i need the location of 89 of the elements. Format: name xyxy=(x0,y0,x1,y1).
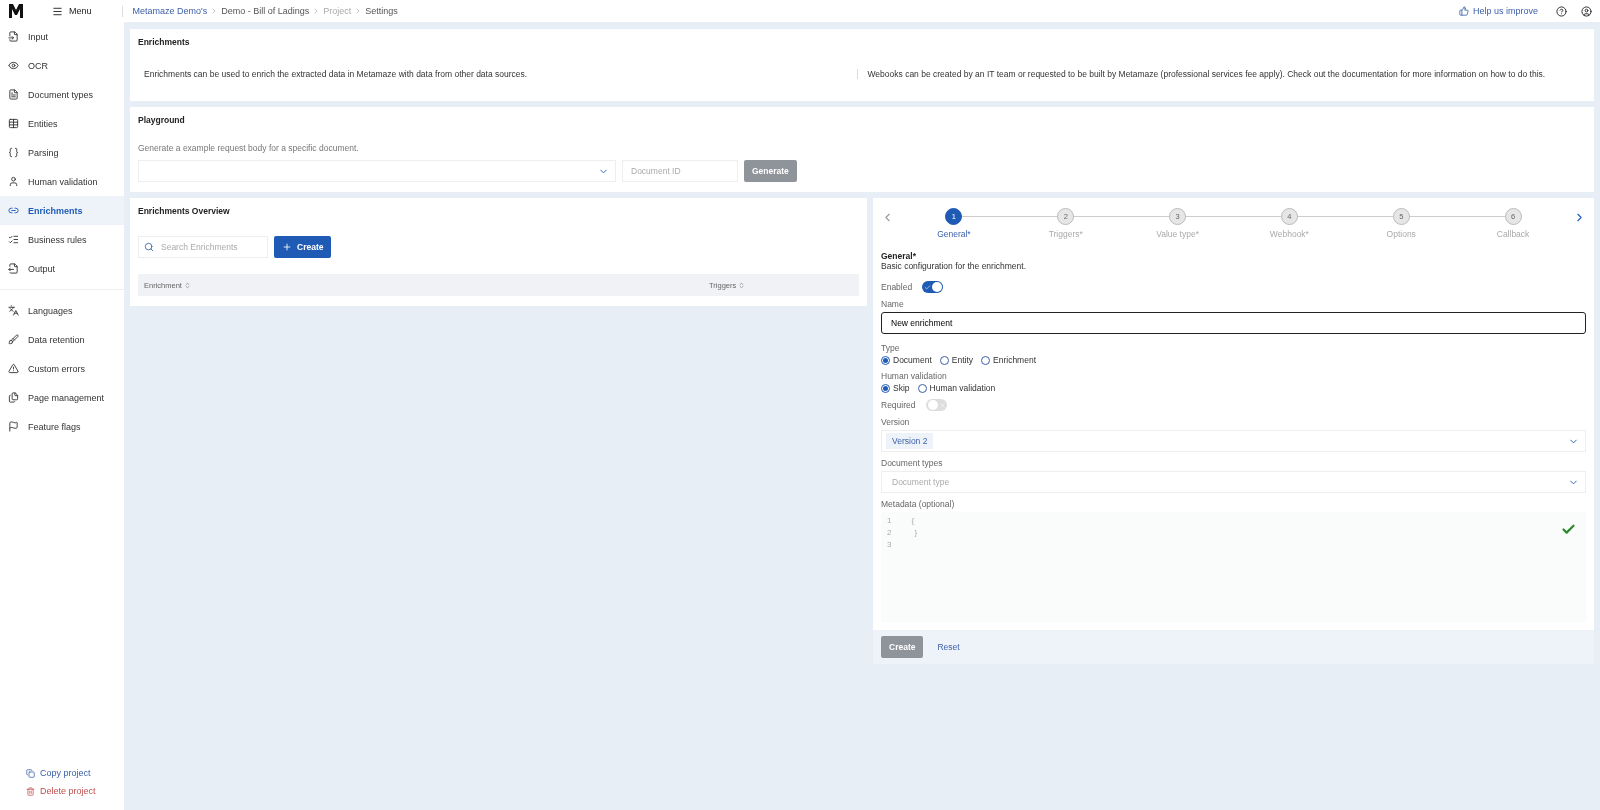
search-field[interactable]: Search Enrichments xyxy=(138,236,268,258)
flag-icon xyxy=(8,421,19,432)
section-title: General* xyxy=(881,251,917,261)
help-icon[interactable] xyxy=(1556,5,1567,17)
close-icon xyxy=(938,401,946,409)
plus-icon xyxy=(282,242,292,252)
toggle-switch[interactable] xyxy=(922,281,944,293)
feedback-link[interactable]: Help us improve xyxy=(1458,6,1538,16)
sidebar-item[interactable]: Feature flags xyxy=(0,412,124,441)
sidebar-item[interactable]: Languages xyxy=(0,296,124,325)
field-label: Enabled xyxy=(881,282,913,292)
search-icon xyxy=(144,242,154,252)
trash-icon xyxy=(26,786,35,796)
sidebar-item[interactable]: Business rules xyxy=(0,225,124,254)
field-label: Document types xyxy=(881,458,944,468)
sort-icon xyxy=(183,281,191,289)
create-button[interactable]: Create xyxy=(274,236,332,258)
warning-icon xyxy=(8,363,19,374)
code-text: } xyxy=(913,528,918,539)
toggle-switch[interactable] xyxy=(925,399,947,411)
card-title: Enrichments Overview xyxy=(138,206,231,216)
sidebar-item[interactable]: Output xyxy=(0,254,124,283)
name-input[interactable]: New enrichment xyxy=(881,312,1586,334)
field-label: Metadata (optional) xyxy=(881,499,956,509)
description-text: Generate a example request body for a specific document. xyxy=(138,143,360,153)
logo-icon xyxy=(8,3,24,19)
brush-icon xyxy=(8,334,19,345)
version-select[interactable]: Version 2 xyxy=(881,430,1586,452)
radio-option[interactable]: Skip xyxy=(881,383,910,393)
card-title: Playground xyxy=(138,115,186,125)
step-label: Callback xyxy=(1496,229,1530,239)
table-icon xyxy=(8,118,19,129)
project-action-link[interactable]: Delete project xyxy=(26,786,124,796)
radio-option[interactable]: Enrichment xyxy=(981,355,1036,365)
file-import-icon xyxy=(8,31,19,42)
field-label: Version xyxy=(881,417,911,427)
breadcrumb-link[interactable]: Metamaze Demo's xyxy=(132,6,208,16)
step-label: Value type* xyxy=(1156,229,1199,239)
menu-icon xyxy=(52,5,63,17)
sidebar-item[interactable]: Enrichments xyxy=(0,196,124,225)
info-text: Enrichments can be used to enrich the extracted data in Metamaze with data from other data sources. xyxy=(144,69,529,79)
check-icon xyxy=(924,283,932,291)
braces-icon xyxy=(8,147,19,158)
code-text: { xyxy=(911,516,915,527)
copy-icon xyxy=(26,768,35,778)
step-label: Webhook* xyxy=(1269,229,1309,239)
document-icon xyxy=(8,89,19,100)
thumbs-up-icon xyxy=(1458,6,1469,16)
sidebar-item[interactable]: Document types xyxy=(0,80,124,109)
section-description: Basic configuration for the enrichment. xyxy=(881,261,1028,271)
files-icon xyxy=(8,392,19,403)
info-text: Webooks can be created by an IT team or requested to be built by Metamaze (professional services fee apply). Check out the documentation for more information on how to do this. xyxy=(856,69,1580,79)
field-label: Name xyxy=(881,299,905,309)
menu-button[interactable]: Menu xyxy=(34,5,123,17)
line-number: 2 xyxy=(887,528,892,539)
link-icon xyxy=(8,205,19,216)
check-icon xyxy=(1561,522,1576,537)
breadcrumb-link[interactable]: Settings xyxy=(365,6,398,16)
step-label: Triggers* xyxy=(1048,229,1083,239)
sidebar-item[interactable]: Custom errors xyxy=(0,354,124,383)
checklist-icon xyxy=(8,234,19,245)
file-export-icon xyxy=(8,263,19,274)
user-icon[interactable] xyxy=(1581,5,1592,17)
user-icon xyxy=(8,176,19,187)
radio-option[interactable]: Entity xyxy=(939,355,973,365)
sidebar-item[interactable]: Input xyxy=(0,22,124,51)
step-label: Options xyxy=(1386,229,1416,239)
sidebar-item[interactable]: Page management xyxy=(0,383,124,412)
line-number: 1 xyxy=(887,516,892,527)
step-label: General* xyxy=(937,229,971,239)
field-label: Human validation xyxy=(881,371,948,381)
line-number: 3 xyxy=(887,540,892,551)
eye-icon xyxy=(8,60,19,71)
field-label: Type xyxy=(881,343,901,353)
translate-icon xyxy=(8,305,19,316)
sidebar-item[interactable]: Entities xyxy=(0,109,124,138)
sidebar-item[interactable]: OCR xyxy=(0,51,124,80)
project-action-link[interactable]: Copy project xyxy=(26,768,124,778)
sidebar-item[interactable]: Human validation xyxy=(0,167,124,196)
sidebar-item[interactable]: Parsing xyxy=(0,138,124,167)
field-label: Required xyxy=(881,400,916,410)
sidebar-item[interactable]: Data retention xyxy=(0,325,124,354)
card-title: Enrichments xyxy=(138,37,191,47)
radio-option[interactable]: Human validation xyxy=(917,383,996,393)
reset-button[interactable]: Reset xyxy=(931,641,966,653)
radio-option[interactable]: Document xyxy=(881,355,932,365)
document-id-input[interactable]: Document ID xyxy=(622,160,738,182)
breadcrumb-link[interactable]: Demo - Bill of Ladings xyxy=(221,6,310,16)
sort-icon xyxy=(738,281,746,289)
